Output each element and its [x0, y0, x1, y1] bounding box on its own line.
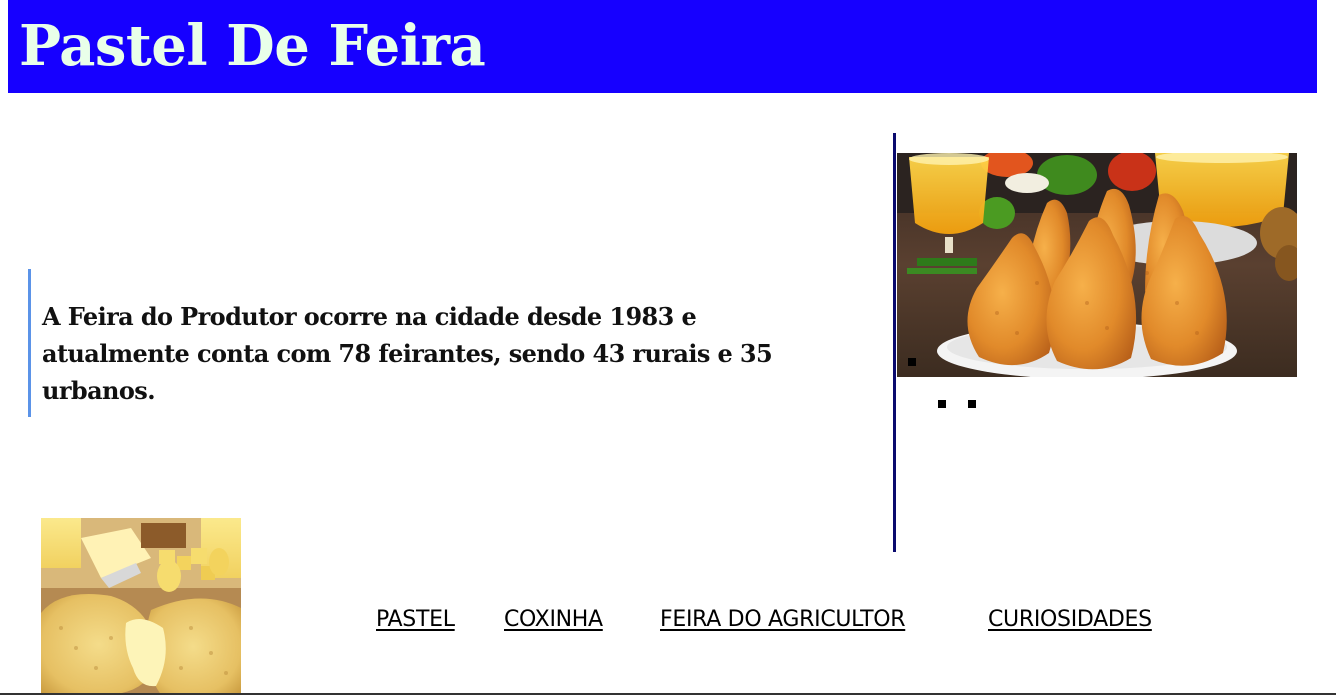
site-title: Pastel De Feira — [19, 13, 486, 79]
list-bullet — [938, 400, 946, 408]
nav-link-feira-do-agricultor[interactable]: FEIRA DO AGRICULTOR — [660, 604, 906, 636]
coxinha-image — [897, 153, 1297, 377]
site-header: Pastel De Feira — [8, 0, 1317, 93]
intro-blockquote: A Feira do Produtor ocorre na cidade des… — [28, 269, 808, 417]
nav-link-coxinha[interactable]: COXINHA — [504, 604, 603, 636]
list-bullet — [908, 358, 916, 366]
pastel-image — [41, 518, 241, 695]
intro-text: A Feira do Produtor ocorre na cidade des… — [42, 302, 773, 405]
nav-link-curiosidades[interactable]: CURIOSIDADES — [988, 604, 1152, 636]
list-bullet — [968, 400, 976, 408]
nav-link-pastel[interactable]: PASTEL — [376, 604, 455, 636]
